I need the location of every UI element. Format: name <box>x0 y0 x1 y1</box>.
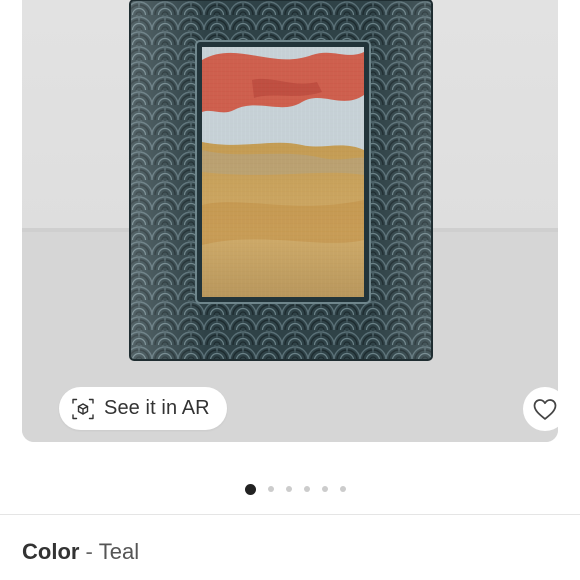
product-image <box>22 0 558 442</box>
heart-icon <box>533 399 557 420</box>
carousel-dot[interactable] <box>321 486 328 492</box>
carousel-dot[interactable] <box>339 486 346 492</box>
product-image-card[interactable]: See it in AR <box>22 0 558 442</box>
color-variant-heading: Color - Teal <box>22 538 139 566</box>
carousel-dot[interactable] <box>267 486 274 492</box>
color-label: Color <box>22 539 80 564</box>
see-in-ar-button[interactable]: See it in AR <box>59 387 227 430</box>
section-divider <box>0 514 580 515</box>
carousel-dot[interactable] <box>285 486 292 492</box>
color-separator: - <box>85 539 93 564</box>
product-page: See it in AR Color - Teal <box>0 0 580 580</box>
carousel-dot[interactable] <box>244 483 256 495</box>
ar-cube-icon <box>72 398 94 419</box>
see-in-ar-label: See it in AR <box>104 397 210 419</box>
selected-color-value: Teal <box>98 539 140 564</box>
carousel-dot[interactable] <box>303 486 310 492</box>
carousel-pagination <box>0 483 580 495</box>
